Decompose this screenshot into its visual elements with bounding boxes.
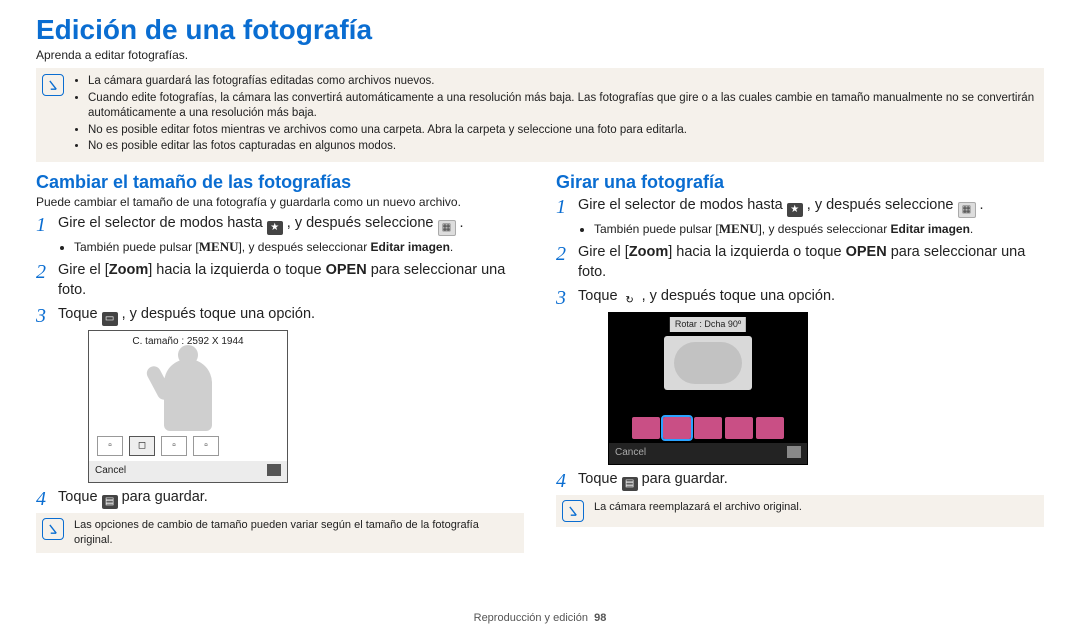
page-subtitle: Aprenda a editar fotografías. [36,48,1044,62]
step-1: Gire el selector de modos hasta ★ , y de… [36,213,524,256]
resize-icon: ▭ [102,312,118,326]
note-icon [562,500,584,522]
screenshot-rotate: Rotar : Dcha 90º Cancel [608,312,808,465]
size-option[interactable]: ▫ [193,436,219,456]
rotate-thumb[interactable] [725,417,753,439]
step-4: Toque ▤ para guardar. [556,469,1044,491]
rotate-thumbnails [609,413,807,443]
save-icon: ▤ [622,477,638,491]
step-2: Gire el [Zoom] hacia la izquierda o toqu… [36,260,524,301]
mode-dial-icon: ★ [787,203,803,217]
mode-dial-icon: ★ [267,221,283,235]
note-item: Cuando edite fotografías, la cámara las … [88,91,1036,122]
size-option-selected[interactable]: ◻ [129,436,155,456]
rotate-thumb[interactable] [694,417,722,439]
page-title: Edición de una fotografía [36,14,1044,46]
section-heading: Girar una fotografía [556,172,1044,193]
edit-image-icon: ▦ [958,202,976,218]
note-icon [42,74,64,96]
step-4: Toque ▤ para guardar. [36,487,524,509]
step-3: Toque ▭ , y después toque una opción. C.… [36,304,524,483]
note-text: La cámara reemplazará el archivo origina… [594,500,802,522]
rotated-preview [664,336,752,390]
step-1: Gire el selector de modos hasta ★ , y de… [556,195,1044,238]
save-icon[interactable] [787,446,801,458]
cancel-button[interactable]: Cancel [615,446,646,460]
size-option[interactable]: ▫ [97,436,123,456]
rotate-thumb[interactable] [632,417,660,439]
column-rotate-photo: Girar una fotografía Gire el selector de… [556,172,1044,563]
column-resize-photos: Cambiar el tamaño de las fotografías Pue… [36,172,524,563]
top-notes-list: La cámara guardará las fotografías edita… [74,74,1036,156]
silhouette-icon [164,359,212,431]
note-icon [42,518,64,540]
bottom-notebox-right: La cámara reemplazará el archivo origina… [556,495,1044,527]
note-item: No es posible editar las fotos capturada… [88,139,1036,155]
note-item: No es posible editar fotos mientras ve a… [88,123,1036,139]
size-toolbar: ▫ ◻ ▫ ▫ [89,431,287,461]
rotate-icon: ↻ [622,294,638,308]
screenshot-resize: C. tamaño : 2592 X 1944 ▫ ◻ ▫ ▫ Cancel [88,330,288,483]
note-item: La cámara guardará las fotografías edita… [88,74,1036,90]
section-lead: Puede cambiar el tamaño de una fotografí… [36,195,524,209]
section-heading: Cambiar el tamaño de las fotografías [36,172,524,193]
size-option[interactable]: ▫ [161,436,187,456]
page-footer: Reproducción y edición 98 [0,612,1080,624]
substep: También puede pulsar [MENU], y después s… [74,238,524,256]
edit-image-icon: ▦ [438,220,456,236]
cancel-button[interactable]: Cancel [95,464,126,478]
bottom-notebox-left: Las opciones de cambio de tamaño pueden … [36,513,524,553]
save-icon: ▤ [102,495,118,509]
top-notebox: La cámara guardará las fotografías edita… [36,68,1044,162]
rotate-thumb-selected[interactable] [663,417,691,439]
step-3: Toque ↻ , y después toque una opción. Ro… [556,286,1044,465]
note-text: Las opciones de cambio de tamaño pueden … [74,518,516,548]
menu-key: MENU [199,239,239,254]
substep: También puede pulsar [MENU], y después s… [594,220,1044,238]
step-2: Gire el [Zoom] hacia la izquierda o toqu… [556,242,1044,283]
screenshot-header: Rotar : Dcha 90º [670,317,746,332]
menu-key: MENU [719,221,759,236]
save-icon[interactable] [267,464,281,476]
rotate-thumb[interactable] [756,417,784,439]
screenshot-body [89,349,287,431]
